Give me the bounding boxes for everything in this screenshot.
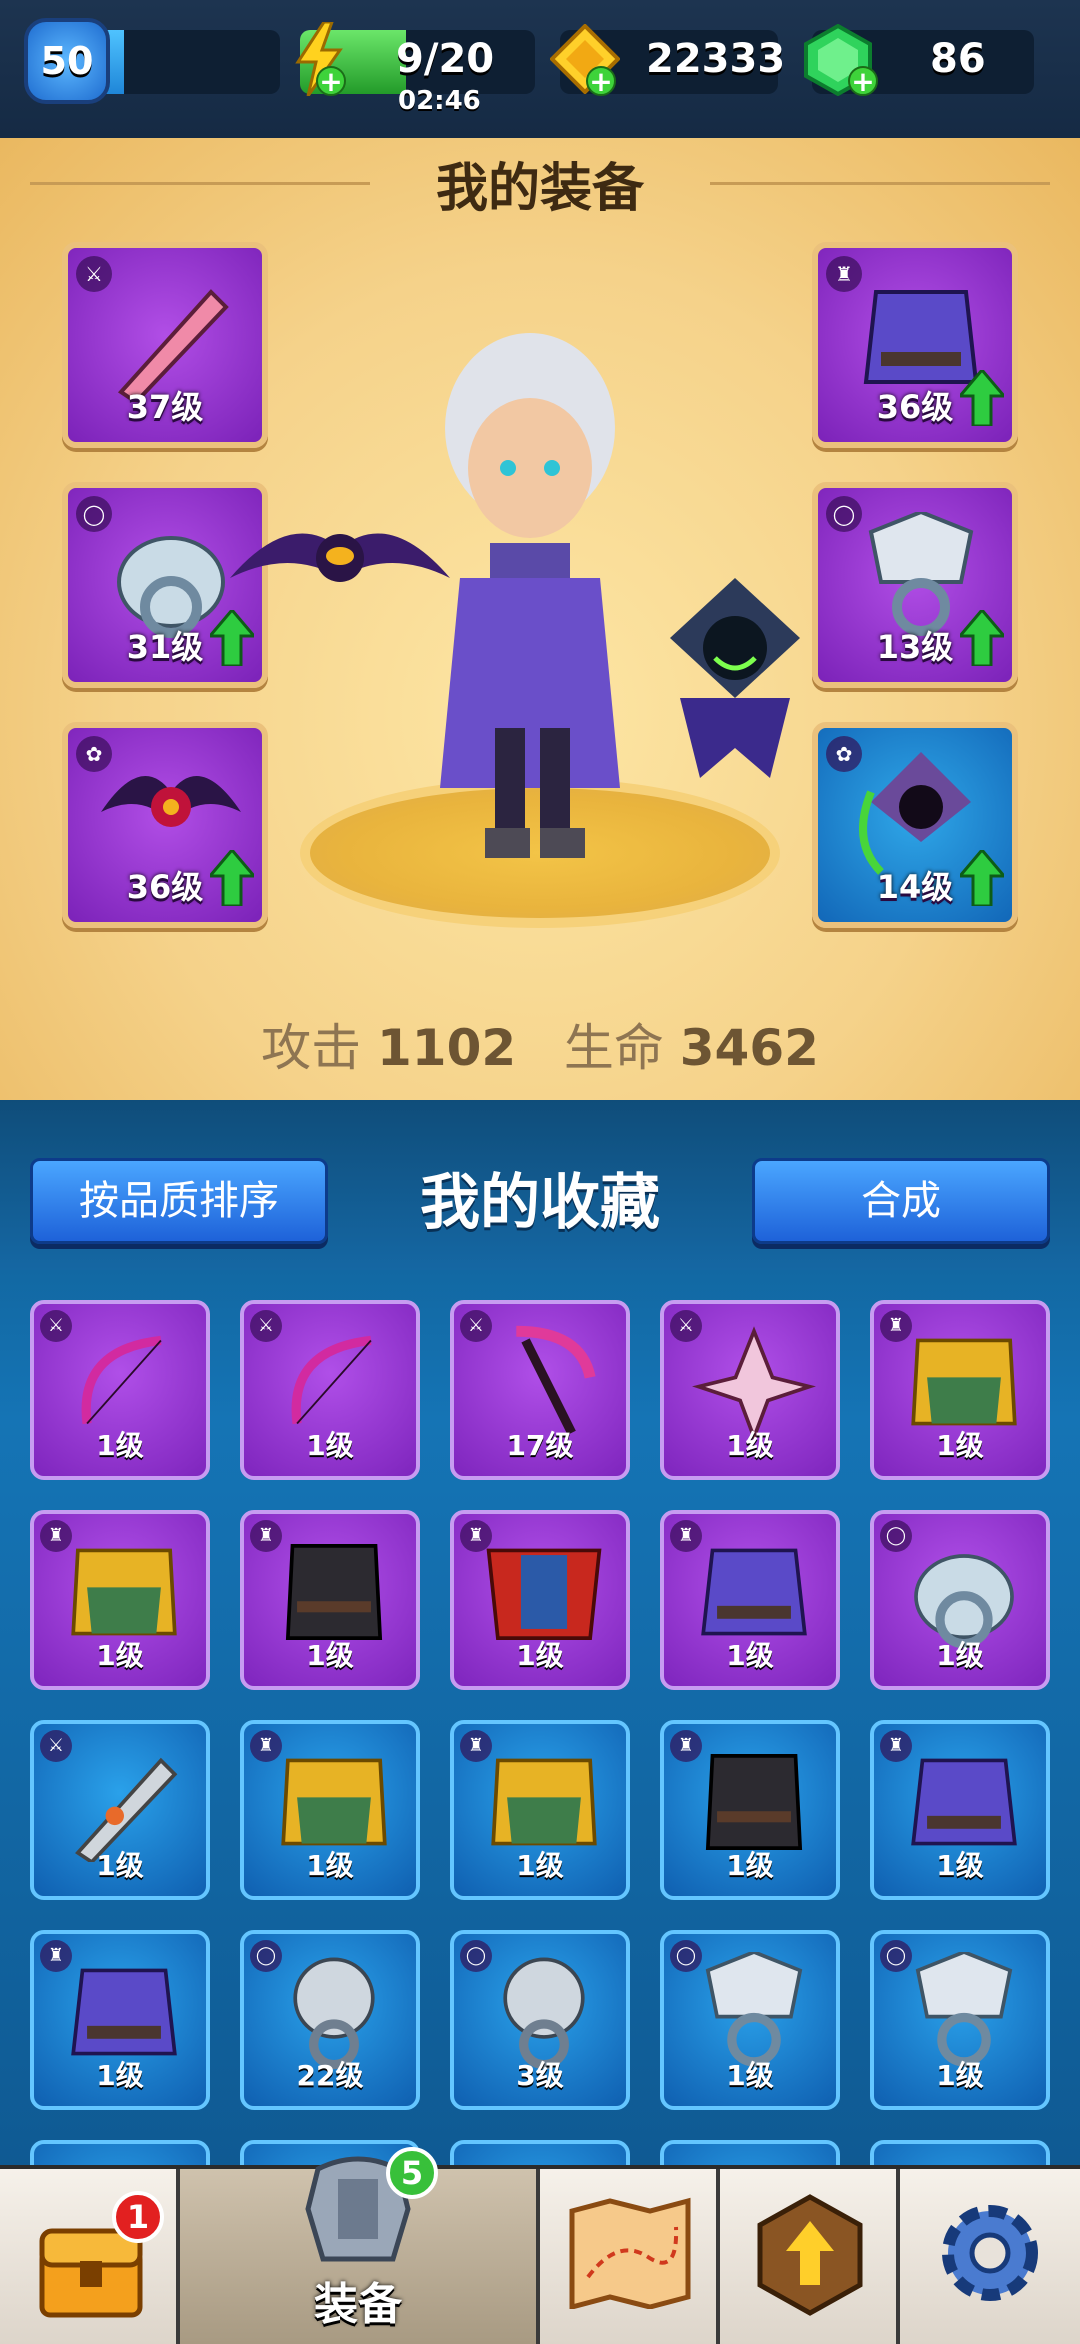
collection-item[interactable]: ♜ 1级 — [870, 1300, 1050, 1480]
attack-value: 1102 — [376, 1019, 517, 1077]
item-level: 1级 — [96, 2059, 144, 2092]
collection-item[interactable]: ⚔ 1级 — [660, 1300, 840, 1480]
merge-button[interactable]: 合成 — [752, 1158, 1050, 1244]
hero-stats: 攻击 1102 生命 3462 — [0, 1008, 1080, 1080]
map-icon — [568, 2197, 692, 2311]
collection-item[interactable]: ♜ 1级 — [870, 1720, 1050, 1900]
item-level: 1级 — [726, 2059, 774, 2092]
attack-label: 攻击 — [261, 1019, 362, 1077]
slot-level: 37级 — [126, 388, 204, 426]
collection-item[interactable]: ♜ 1级 — [30, 1510, 210, 1690]
collection-item[interactable]: ⚔ 17级 — [450, 1300, 630, 1480]
upgrade-arrow-icon — [956, 607, 1008, 670]
equipment-tab-label: 装备 — [314, 2279, 402, 2330]
item-level: 1级 — [516, 1639, 564, 1672]
energy-count: 9/20 — [396, 36, 495, 82]
equipment-title: 我的装备 — [435, 159, 644, 219]
chest-notification-badge: 1 — [112, 2191, 164, 2243]
bottom-nav: 1 5 装备 — [0, 2147, 1080, 2344]
item-level: 1级 — [96, 1429, 144, 1462]
item-level: 1级 — [936, 1849, 984, 1882]
item-level: 1级 — [96, 1849, 144, 1882]
item-level: 17级 — [506, 1429, 574, 1462]
collection-item[interactable]: ♜ 1级 — [240, 1510, 420, 1690]
collection-item[interactable]: ⚔ 1级 — [240, 1300, 420, 1480]
collection-item[interactable]: ♜ 1级 — [450, 1510, 630, 1690]
item-level: 1级 — [516, 1849, 564, 1882]
nav-tab-settings[interactable] — [900, 2169, 1080, 2344]
hp-value: 3462 — [679, 1019, 819, 1077]
upgrade-arrow-icon — [956, 367, 1008, 430]
collection-item[interactable]: ♜ 1级 — [660, 1720, 840, 1900]
collection-item[interactable]: ◯ 3级 — [450, 1930, 630, 2110]
add-gem-button[interactable]: + — [848, 66, 878, 96]
equipment-panel: 我的装备 ⚔ 37级 ◯ 31级 ✿ 36级 ♜ 36级 ◯ 13级 ✿ 14级 攻击 1102 生… — [0, 138, 1080, 1100]
item-level: 1级 — [726, 1639, 774, 1672]
collection-item[interactable]: ◯ 1级 — [660, 1930, 840, 2110]
item-level: 1级 — [936, 1639, 984, 1672]
settings-icon — [930, 2193, 1050, 2313]
item-level: 1级 — [936, 2059, 984, 2092]
item-level: 22级 — [296, 2059, 364, 2092]
equip-slot-pet[interactable]: ✿ 36级 — [62, 722, 268, 928]
nav-tab-equipment[interactable]: 5 装备 — [180, 2147, 540, 2344]
collection-item[interactable]: ⚔ 1级 — [30, 1720, 210, 1900]
collection-item[interactable]: ◯ 22级 — [240, 1930, 420, 2110]
upgrade-arrow-icon — [206, 607, 258, 670]
item-level: 1级 — [726, 1849, 774, 1882]
upgrade-arrow-icon — [956, 847, 1008, 910]
gem-count: 86 — [930, 36, 986, 82]
collection-item[interactable]: ◯ 1级 — [870, 1930, 1050, 2110]
collection-item[interactable]: ◯ 1级 — [870, 1510, 1050, 1690]
collection-item[interactable]: ♜ 1级 — [450, 1720, 630, 1900]
collection-panel: 按品质排序 我的收藏 合成 ⚔ 1级 ⚔ 1级 ⚔ 17级 ⚔ 1级 ♜ 1级 ♜ 1级 ♜ 1级 ♜ 1级 ♜… — [0, 1100, 1080, 2320]
item-level: 3级 — [516, 2059, 564, 2092]
equip-slot-pet[interactable]: ✿ 14级 — [812, 722, 1018, 928]
collection-item[interactable]: ♜ 1级 — [240, 1720, 420, 1900]
collection-header: 按品质排序 我的收藏 合成 — [0, 1100, 1080, 1270]
upgrade-icon — [754, 2193, 866, 2317]
equipment-notification-badge: 5 — [386, 2147, 438, 2199]
energy-timer: 02:46 — [398, 86, 481, 116]
add-energy-button[interactable]: + — [316, 66, 346, 96]
item-level: 1级 — [936, 1429, 984, 1462]
gold-count: 22333 — [646, 36, 786, 82]
item-level: 1级 — [96, 1639, 144, 1672]
upgrade-arrow-icon — [206, 847, 258, 910]
nav-tab-map[interactable] — [540, 2169, 720, 2344]
item-level: 1级 — [306, 1849, 354, 1882]
equip-slot-ring[interactable]: ◯ 13级 — [812, 482, 1018, 688]
item-level: 1级 — [306, 1639, 354, 1672]
collection-item[interactable]: ♜ 1级 — [30, 1930, 210, 2110]
item-level: 1级 — [726, 1429, 774, 1462]
equip-slot-weapon[interactable]: ⚔ 37级 — [62, 242, 268, 448]
item-level: 1级 — [306, 1429, 354, 1462]
collection-item[interactable]: ⚔ 1级 — [30, 1300, 210, 1480]
add-gold-button[interactable]: + — [586, 66, 616, 96]
player-level: 50 — [40, 39, 94, 83]
collection-item[interactable]: ♜ 1级 — [660, 1510, 840, 1690]
hp-label: 生命 — [563, 1019, 664, 1077]
nav-tab-chest[interactable]: 1 — [0, 2169, 180, 2344]
nav-tab-upgrade[interactable] — [720, 2169, 900, 2344]
reaper-pet — [660, 578, 810, 798]
bat-pet — [230, 508, 450, 608]
equip-slot-armor[interactable]: ♜ 36级 — [812, 242, 1018, 448]
level-badge[interactable]: 50 — [24, 18, 110, 104]
resource-bar: 50 9/20 + 02:46 22333 + 86 + — [0, 0, 1080, 138]
